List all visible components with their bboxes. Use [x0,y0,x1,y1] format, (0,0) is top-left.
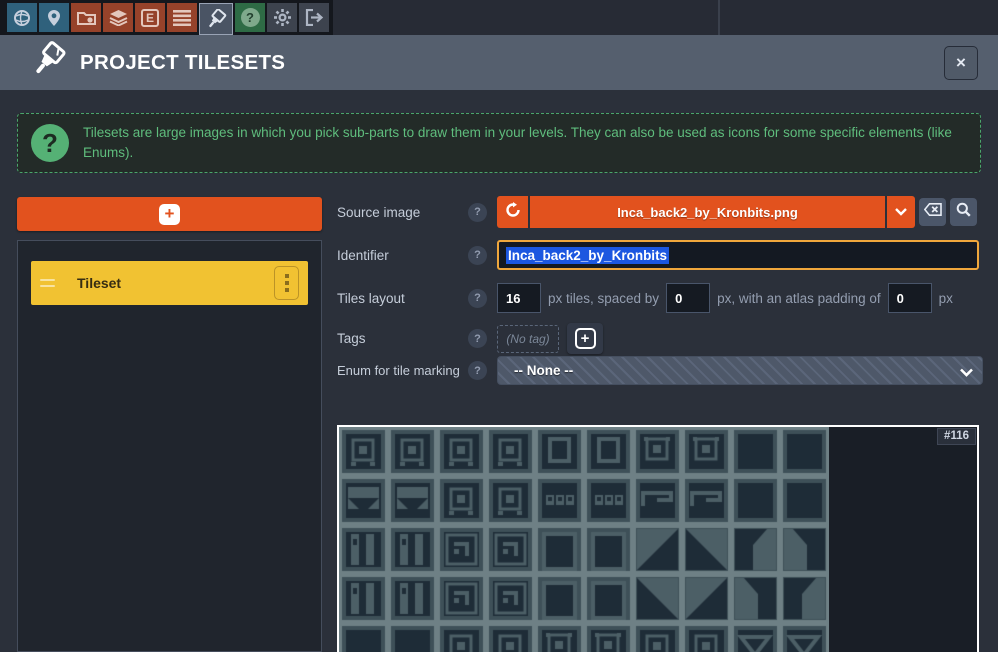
add-tag-button[interactable]: + [567,323,603,354]
tileset-list-item[interactable]: Tileset [31,261,308,305]
source-image-file-button[interactable]: Inca_back2_by_Kronbits.png [530,196,885,228]
chevron-down-icon [960,364,973,382]
identifier-input[interactable]: Inca_back2_by_Kronbits [497,240,979,270]
exit-button[interactable] [299,3,329,32]
layers-icon [109,9,128,26]
source-image-label: Source image [337,205,420,220]
tiles-layout-text-2: px, with an atlas padding of [717,291,881,306]
help-box: ? Tilesets are large images in which you… [17,113,981,173]
help-bubble-icon[interactable]: ? [468,361,487,380]
paintbrush-icon [28,41,66,84]
source-image-dropdown-button[interactable] [887,196,915,228]
identifier-label-group: Identifier ? [337,246,487,265]
toolbar-icon-strip: E ? [0,0,333,35]
tileset-preview-image[interactable] [339,427,829,652]
tags-row: Tags ? (No tag) + [337,323,603,354]
enum-selected-value: -- None -- [514,363,573,378]
entities-button[interactable] [167,3,197,32]
tileset-list-panel: Tileset [17,240,322,652]
enums-button[interactable]: E [135,3,165,32]
locate-image-button[interactable] [950,198,977,226]
tileset-preview-panel[interactable]: #116 [337,425,979,652]
refresh-icon [505,202,521,223]
tiles-layout-row: Tiles layout ? px tiles, spaced by px, w… [337,283,960,313]
close-icon: × [956,53,966,73]
add-tileset-button[interactable]: + [17,197,322,231]
source-image-row: Source image ? Inca_back2_by_Kronbits.pn… [337,196,977,228]
chevron-down-icon [895,203,907,221]
source-image-controls: Inca_back2_by_Kronbits.png [497,196,977,228]
enum-label-group: Enum for tile marking ? [337,361,487,380]
enum-marking-select[interactable]: -- None -- [497,356,983,385]
tile-count-badge: #116 [937,428,976,445]
tags-label: Tags [337,331,366,346]
settings-button[interactable] [267,3,297,32]
tags-label-group: Tags ? [337,329,487,348]
help-text: Tilesets are large images in which you p… [83,123,967,164]
clear-backspace-icon [924,203,942,221]
tiles-layout-label-group: Tiles layout ? [337,289,487,308]
world-icon [13,9,31,27]
clear-image-button[interactable] [919,198,946,226]
world-button[interactable] [7,3,37,32]
page-title: PROJECT TILESETS [80,51,285,75]
top-toolbar: E ? [0,0,998,35]
tiles-layout-label: Tiles layout [337,291,405,306]
atlas-padding-input[interactable] [888,283,932,313]
no-tag-placeholder: (No tag) [497,325,559,353]
map-pin-icon [47,9,61,27]
tileset-item-label: Tileset [77,275,121,291]
tilesets-brush-icon [206,9,227,30]
identifier-selected-text: Inca_back2_by_Kronbits [506,247,669,264]
question-glyph: ? [42,128,58,159]
plus-icon: + [575,328,596,349]
tilesets-button[interactable] [199,3,233,35]
enum-marking-row: Enum for tile marking ? -- None -- [337,356,983,385]
source-image-label-group: Source image ? [337,203,487,222]
magnifier-icon [956,202,971,222]
plus-icon: + [159,204,180,225]
tile-size-input[interactable] [497,283,541,313]
enum-letter: E [146,11,154,25]
identifier-label: Identifier [337,248,389,263]
tiles-layout-text-1: px tiles, spaced by [548,291,659,306]
close-button[interactable]: × [944,46,978,80]
project-settings-button[interactable] [71,3,101,32]
toolbar-separator [718,0,720,35]
help-glyph: ? [246,10,254,25]
tile-spacing-input[interactable] [666,283,710,313]
item-context-menu-button[interactable] [274,266,299,300]
panel-header: PROJECT TILESETS × [0,35,998,90]
identifier-row: Identifier ? Inca_back2_by_Kronbits [337,240,979,270]
no-tag-text: (No tag) [506,332,549,346]
help-icon: ? [241,8,260,27]
layers-button[interactable] [103,3,133,32]
help-bubble-icon[interactable]: ? [468,246,487,265]
reload-image-button[interactable] [497,196,528,228]
help-bubble-icon[interactable]: ? [468,289,487,308]
list-icon [173,10,191,26]
drag-handle-icon[interactable] [40,279,55,287]
help-bubble-icon[interactable]: ? [468,203,487,222]
settings-gear-icon [273,8,292,27]
panel-content: ? Tilesets are large images in which you… [0,90,998,652]
project-folder-icon [77,10,96,26]
exit-icon [305,9,324,26]
tiles-layout-text-3: px [939,291,953,306]
enums-icon: E [141,9,159,27]
source-image-filename: Inca_back2_by_Kronbits.png [617,205,798,220]
levels-button[interactable] [39,3,69,32]
enum-marking-label: Enum for tile marking [337,363,460,378]
question-circle-icon: ? [31,124,69,162]
help-button[interactable]: ? [235,3,265,32]
help-bubble-icon[interactable]: ? [468,329,487,348]
